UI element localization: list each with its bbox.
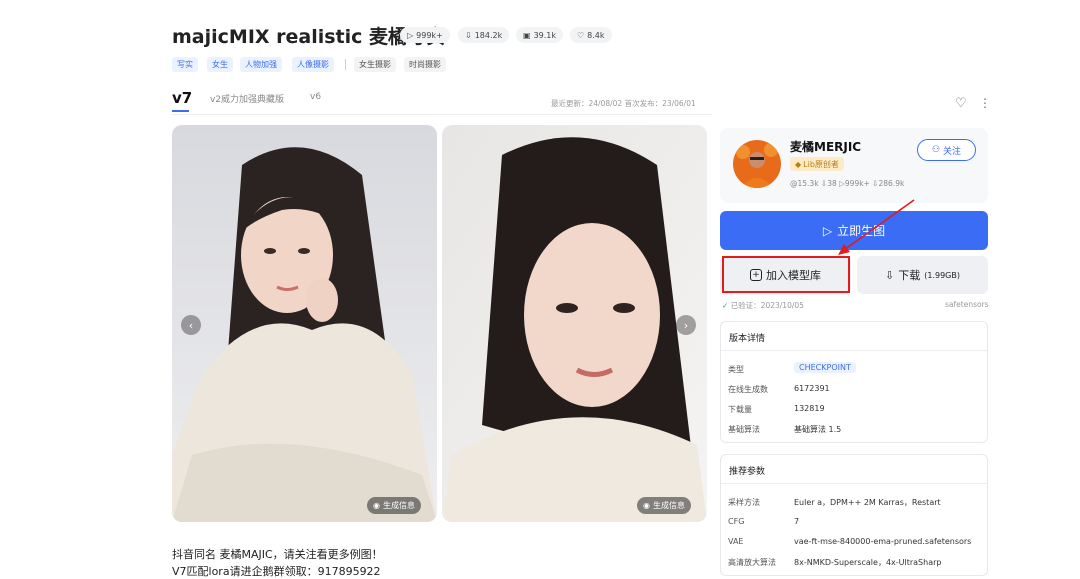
more-options-icon[interactable]: ⋮ [979,96,991,110]
gen-info-button-2[interactable]: ◉ 生成信息 [637,497,691,514]
play-icon: ▷ [407,30,414,40]
creator-badge: ◆ Lib原创者 [790,157,844,171]
version-details-title: 版本详情 [729,334,766,344]
param-key: VAE [728,537,744,546]
author-name[interactable]: 麦橘MERJIC [790,138,861,155]
param-key: 高清放大算法 [728,558,776,567]
tag-female[interactable]: 女生 [207,57,233,72]
file-format: safetensors [945,300,989,309]
download-icon: ⇩ [465,30,472,40]
gallery-image-1[interactable]: ◉ 生成信息 ‹ [172,125,437,522]
tabs-divider [172,114,712,115]
detail-key: 下载量 [728,405,752,414]
tab-v2[interactable]: v2威力加强典藏版 [210,92,284,105]
detail-key: 类型 [728,365,744,374]
tag-fashion-photo[interactable]: 时尚摄影 [404,57,446,72]
favorite-heart-icon[interactable]: ♡ [955,96,967,111]
recommended-title: 推荐参数 [729,467,766,477]
description-line-2: V7匹配lora请进企鹅群领取：917895922 [172,565,381,578]
annotation-arrow [838,199,915,255]
eye-icon: ◉ [373,501,380,510]
description-line-1: 抖音同名 麦橘MAJIC，请关注看更多例图！ [172,548,383,561]
detail-value: CHECKPOINT [794,362,856,373]
prev-arrow-button[interactable]: ‹ [181,315,201,335]
panel-divider [721,350,987,351]
detail-value: 6172391 [794,384,830,393]
tab-v7[interactable]: v7 [172,89,192,107]
gen-info-button-1[interactable]: ◉ 生成信息 [367,497,421,514]
verified-status: ✓ 已验证：2023/10/05 [722,301,804,310]
version-details-panel: 版本详情 类型 CHECKPOINT 在线生成数 6172391 下载量 132… [720,321,988,443]
panel-divider [721,483,987,484]
avatar[interactable] [733,140,781,188]
downloads-stat: ⇩ 184.2k [458,27,510,43]
download-button[interactable]: ⇩ 下载 (1.99GB) [857,256,988,294]
check-circle-icon: ✓ [722,301,729,310]
eye-icon: ◉ [643,501,650,510]
highlight-box [722,256,850,293]
tag-divider [345,59,346,70]
next-arrow-button[interactable]: › [676,315,696,335]
follow-button[interactable]: ⚇ 关注 [917,139,976,161]
param-key: 采样方法 [728,498,760,507]
tag-realistic[interactable]: 写实 [172,57,198,72]
gallery-image-2[interactable]: ◉ 生成信息 › [442,125,707,522]
tab-v6[interactable]: v6 [310,92,321,102]
detail-key: 基础算法 [728,425,760,434]
param-value: Euler a，DPM++ 2M Karras，Restart [794,498,941,507]
version-dates: 最近更新：24/08/02 首次发布：23/06/01 [551,99,696,108]
active-tab-indicator [172,110,189,112]
param-value: 8x-NMKD-Superscale，4x-UltraSharp [794,558,942,567]
author-stats: @15.3k ⇩38 ▷999k+ ⇩286.9k [790,179,905,188]
download-icon: ⇩ [885,268,895,282]
tag-female-photo[interactable]: 女生摄影 [354,57,396,72]
param-value: vae-ft-mse-840000-ema-pruned.safetensors [794,537,972,546]
runs-stat: ▷ 999k+ [400,27,450,43]
tag-portrait-photo[interactable]: 人像摄影 [292,57,334,72]
param-key: CFG [728,517,745,526]
heart-icon: ♡ [577,30,585,40]
image-icon: ▣ [523,30,531,40]
images-stat: ▣ 39.1k [516,27,564,43]
param-value: 7 [794,517,800,526]
tag-character-enhance[interactable]: 人物加强 [240,57,282,72]
diamond-icon: ◆ [795,159,802,169]
recommended-params-panel: 推荐参数 采样方法 Euler a，DPM++ 2M Karras，Restar… [720,454,988,576]
chevron-right-icon: › [683,318,689,332]
detail-value: 132819 [794,404,825,413]
chevron-left-icon: ‹ [188,318,194,332]
detail-key: 在线生成数 [728,385,768,394]
add-user-icon: ⚇ [931,145,941,155]
favorites-stat: ♡ 8.4k [570,27,612,43]
detail-value: 基础算法 1.5 [794,425,842,434]
